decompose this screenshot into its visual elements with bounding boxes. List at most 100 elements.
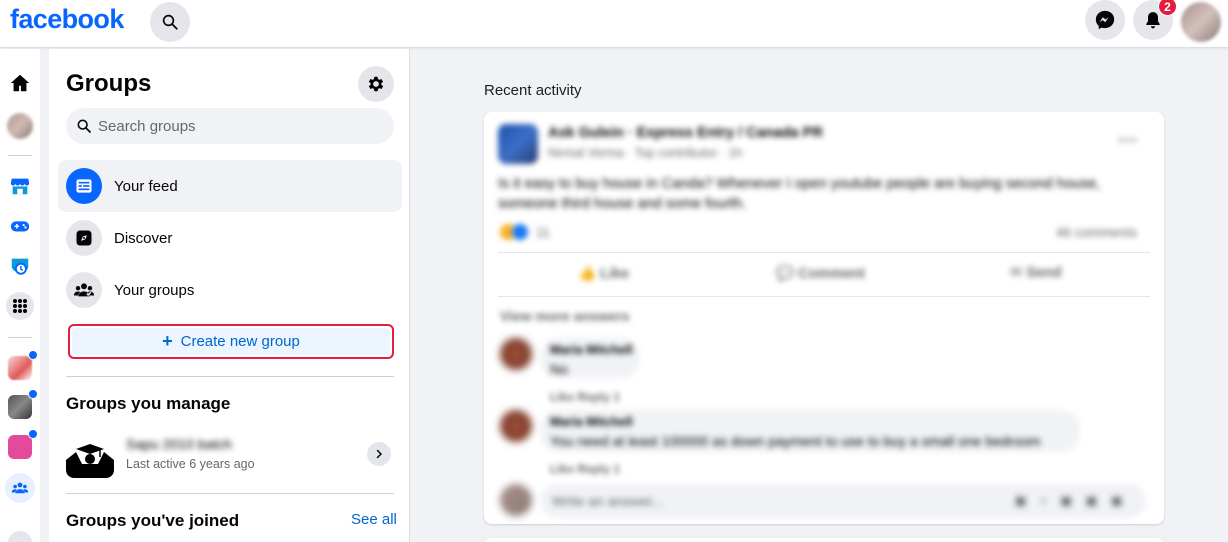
next-post-card (484, 538, 1164, 542)
recent-activity-heading: Recent activity (484, 82, 582, 99)
more-shortcut-icon (8, 531, 32, 542)
discover-icon-circle (66, 220, 102, 256)
groups-people-icon (11, 482, 29, 494)
post-divider (498, 296, 1150, 297)
marketplace-icon (10, 178, 30, 195)
home-icon (10, 74, 30, 92)
post-card: Ask Gulein · Express Entry / Canada PR N… (484, 112, 1164, 524)
groups-joined-heading: Groups you've joined (66, 511, 240, 530)
own-avatar[interactable] (500, 484, 532, 516)
feed-icon (76, 179, 92, 193)
comment-author[interactable]: Maria Mitchell (550, 343, 633, 357)
managed-group-name[interactable]: Sapu 2010 batch (126, 436, 232, 452)
view-more-answers-link[interactable]: View more answers (500, 308, 630, 324)
comment-text: You need at least 100000 as down payment… (550, 433, 1041, 449)
profile-avatar[interactable] (1181, 2, 1221, 42)
comment-icon: 💬 (776, 266, 799, 282)
comment-author[interactable]: Maria Mitchell (550, 415, 633, 429)
notification-count-badge: 2 (1158, 0, 1177, 16)
group-avatar[interactable] (498, 124, 538, 164)
comment-button[interactable]: 💬 Comment (776, 265, 865, 282)
commenter-avatar[interactable] (500, 338, 532, 370)
search-icon (162, 14, 178, 30)
send-button[interactable]: ✉ Send (1010, 265, 1062, 281)
nav-your-feed[interactable]: Your feed (58, 160, 402, 212)
gaming-controller-icon (10, 221, 30, 232)
graduation-silhouette-image (66, 430, 114, 478)
grid-menu-icon (6, 292, 34, 320)
rail-divider (8, 155, 32, 156)
memories-shortcut[interactable] (6, 252, 34, 280)
like-button-label: Like (600, 266, 630, 282)
feed-icon-circle (66, 168, 102, 204)
managed-group-open-button[interactable] (367, 442, 391, 466)
commenter-avatar[interactable] (500, 410, 532, 442)
reactions-count[interactable]: 11 (536, 225, 550, 240)
profile-shortcut[interactable] (6, 112, 34, 140)
managed-group-last-active: Last active 6 years ago (126, 457, 255, 471)
left-shortcut-rail (0, 49, 40, 542)
post-meta: Nirmal Verma · Top contributor · 1h (548, 146, 743, 160)
create-group-label: Create new group (180, 333, 300, 350)
write-answer-placeholder: Write an answer... (552, 493, 664, 509)
gaming-shortcut[interactable] (6, 212, 34, 240)
unread-dot (28, 429, 38, 439)
messenger-button[interactable] (1085, 0, 1125, 40)
chevron-right-icon (376, 449, 383, 459)
your-groups-icon-circle (66, 272, 102, 308)
rail-divider (8, 337, 32, 338)
marketplace-shortcut[interactable] (6, 172, 34, 200)
profile-shortcut-avatar (7, 113, 33, 139)
group-shortcut-thumbnail (8, 356, 32, 380)
comment-actions[interactable]: Like Reply 1 (550, 462, 620, 476)
post-group-name[interactable]: Ask Gulein · Express Entry / Canada PR (548, 125, 823, 141)
like-button[interactable]: 👍 Like (578, 265, 629, 282)
group-shortcut-thumbnail (8, 395, 32, 419)
nav-label: Your groups (114, 281, 195, 299)
comment-button-label: Comment (798, 266, 865, 282)
comment-text: No (550, 361, 568, 377)
top-navigation-bar: facebook 2 (0, 0, 1228, 48)
nav-your-groups[interactable]: Your groups (58, 264, 402, 316)
see-all-shortcuts[interactable] (6, 292, 34, 320)
facebook-logo[interactable]: facebook (10, 4, 124, 35)
post-divider (498, 252, 1150, 253)
like-icon: 👍 (578, 266, 601, 282)
groups-shortcut[interactable] (5, 473, 35, 503)
send-icon: ✉ (1010, 265, 1027, 281)
groups-sidebar: Groups Your feed Discover Your groups + … (49, 49, 410, 542)
create-group-highlight: + Create new group (68, 324, 394, 359)
post-more-options-icon[interactable]: ··· (1118, 130, 1138, 153)
group-shortcut-thumbnail (8, 435, 32, 459)
home-shortcut[interactable] (6, 69, 34, 97)
sidebar-title: Groups (66, 70, 152, 97)
composer-tool-icons[interactable]: ▣○▣▣▣ (1014, 492, 1135, 509)
plus-icon: + (162, 331, 173, 351)
search-groups-input[interactable] (98, 117, 378, 135)
send-button-label: Send (1026, 265, 1062, 281)
comment-actions[interactable]: Like Reply 1 (550, 390, 620, 404)
nav-discover[interactable]: Discover (58, 212, 402, 264)
more-shortcut[interactable] (6, 529, 34, 542)
clock-memories-icon (11, 258, 29, 275)
comments-count[interactable]: 46 comments (1056, 225, 1137, 240)
group-settings-button[interactable] (358, 66, 394, 102)
groups-you-manage-heading: Groups you manage (66, 394, 231, 413)
sidebar-divider (66, 493, 394, 494)
search-button[interactable] (150, 2, 190, 42)
compass-icon (76, 230, 92, 246)
search-groups-field[interactable] (66, 108, 394, 144)
nav-label: Your feed (114, 177, 178, 195)
create-new-group-button[interactable]: + Create new group (72, 328, 390, 355)
post-body: Is it easy to buy house in Canda? Whenev… (498, 176, 1101, 212)
sidebar-divider (66, 376, 394, 377)
groups-people-icon (73, 283, 95, 297)
nav-label: Discover (114, 229, 173, 247)
managed-group-thumbnail (66, 430, 114, 478)
gear-icon (368, 76, 384, 92)
like-reaction-icon (512, 224, 528, 240)
unread-dot (28, 389, 38, 399)
search-icon (77, 119, 91, 133)
see-all-link[interactable]: See all (351, 511, 397, 528)
messenger-icon (1095, 10, 1115, 30)
